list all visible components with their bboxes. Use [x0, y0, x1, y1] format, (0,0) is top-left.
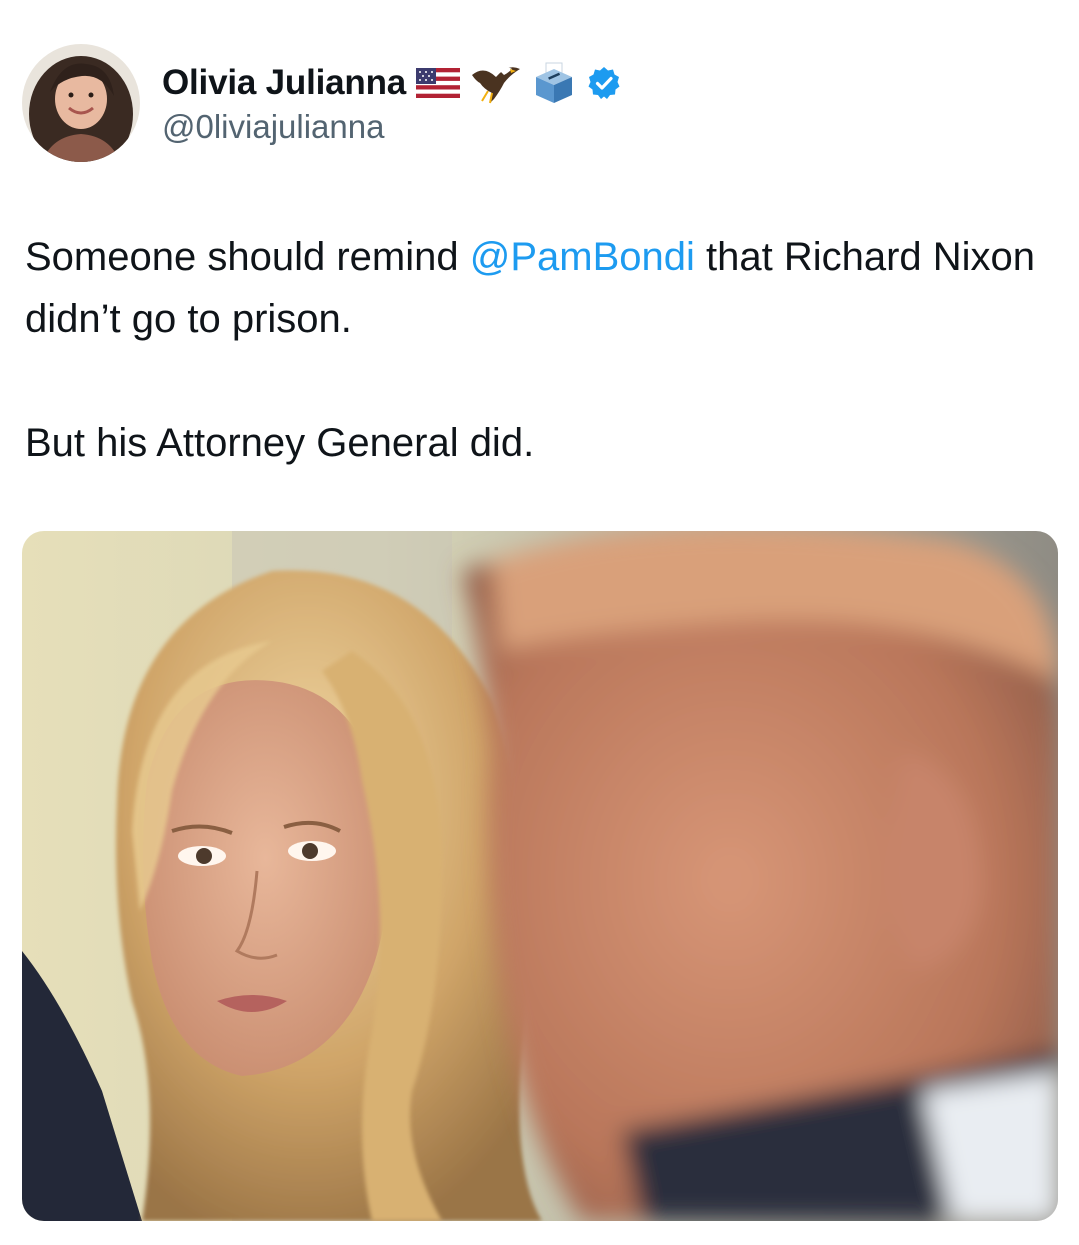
- tweet-text: Someone should remind @PamBondi that Ric…: [25, 226, 1055, 474]
- mention-link[interactable]: @PamBondi: [470, 235, 695, 279]
- ballot-box-icon: [532, 61, 576, 105]
- us-flag-icon: [416, 68, 461, 98]
- text-before-mention: Someone should remind: [25, 235, 470, 279]
- avatar[interactable]: [22, 44, 140, 162]
- display-name[interactable]: Olivia Julianna: [162, 63, 406, 103]
- tweet-header: Olivia Julianna @0liviajulianna: [22, 42, 622, 164]
- user-handle[interactable]: @0liviajulianna: [162, 108, 622, 146]
- eagle-icon: [470, 61, 522, 105]
- tweet-paragraph-1: Someone should remind @PamBondi that Ric…: [25, 226, 1055, 350]
- verified-badge-icon: [586, 65, 622, 101]
- author-info: Olivia Julianna @0liviajulianna: [162, 60, 622, 146]
- tweet-card: Olivia Julianna @0liviajulianna Someone …: [0, 0, 1079, 1245]
- tweet-paragraph-2: But his Attorney General did.: [25, 421, 535, 465]
- tweet-photo[interactable]: [22, 531, 1058, 1221]
- name-row: Olivia Julianna: [162, 60, 622, 106]
